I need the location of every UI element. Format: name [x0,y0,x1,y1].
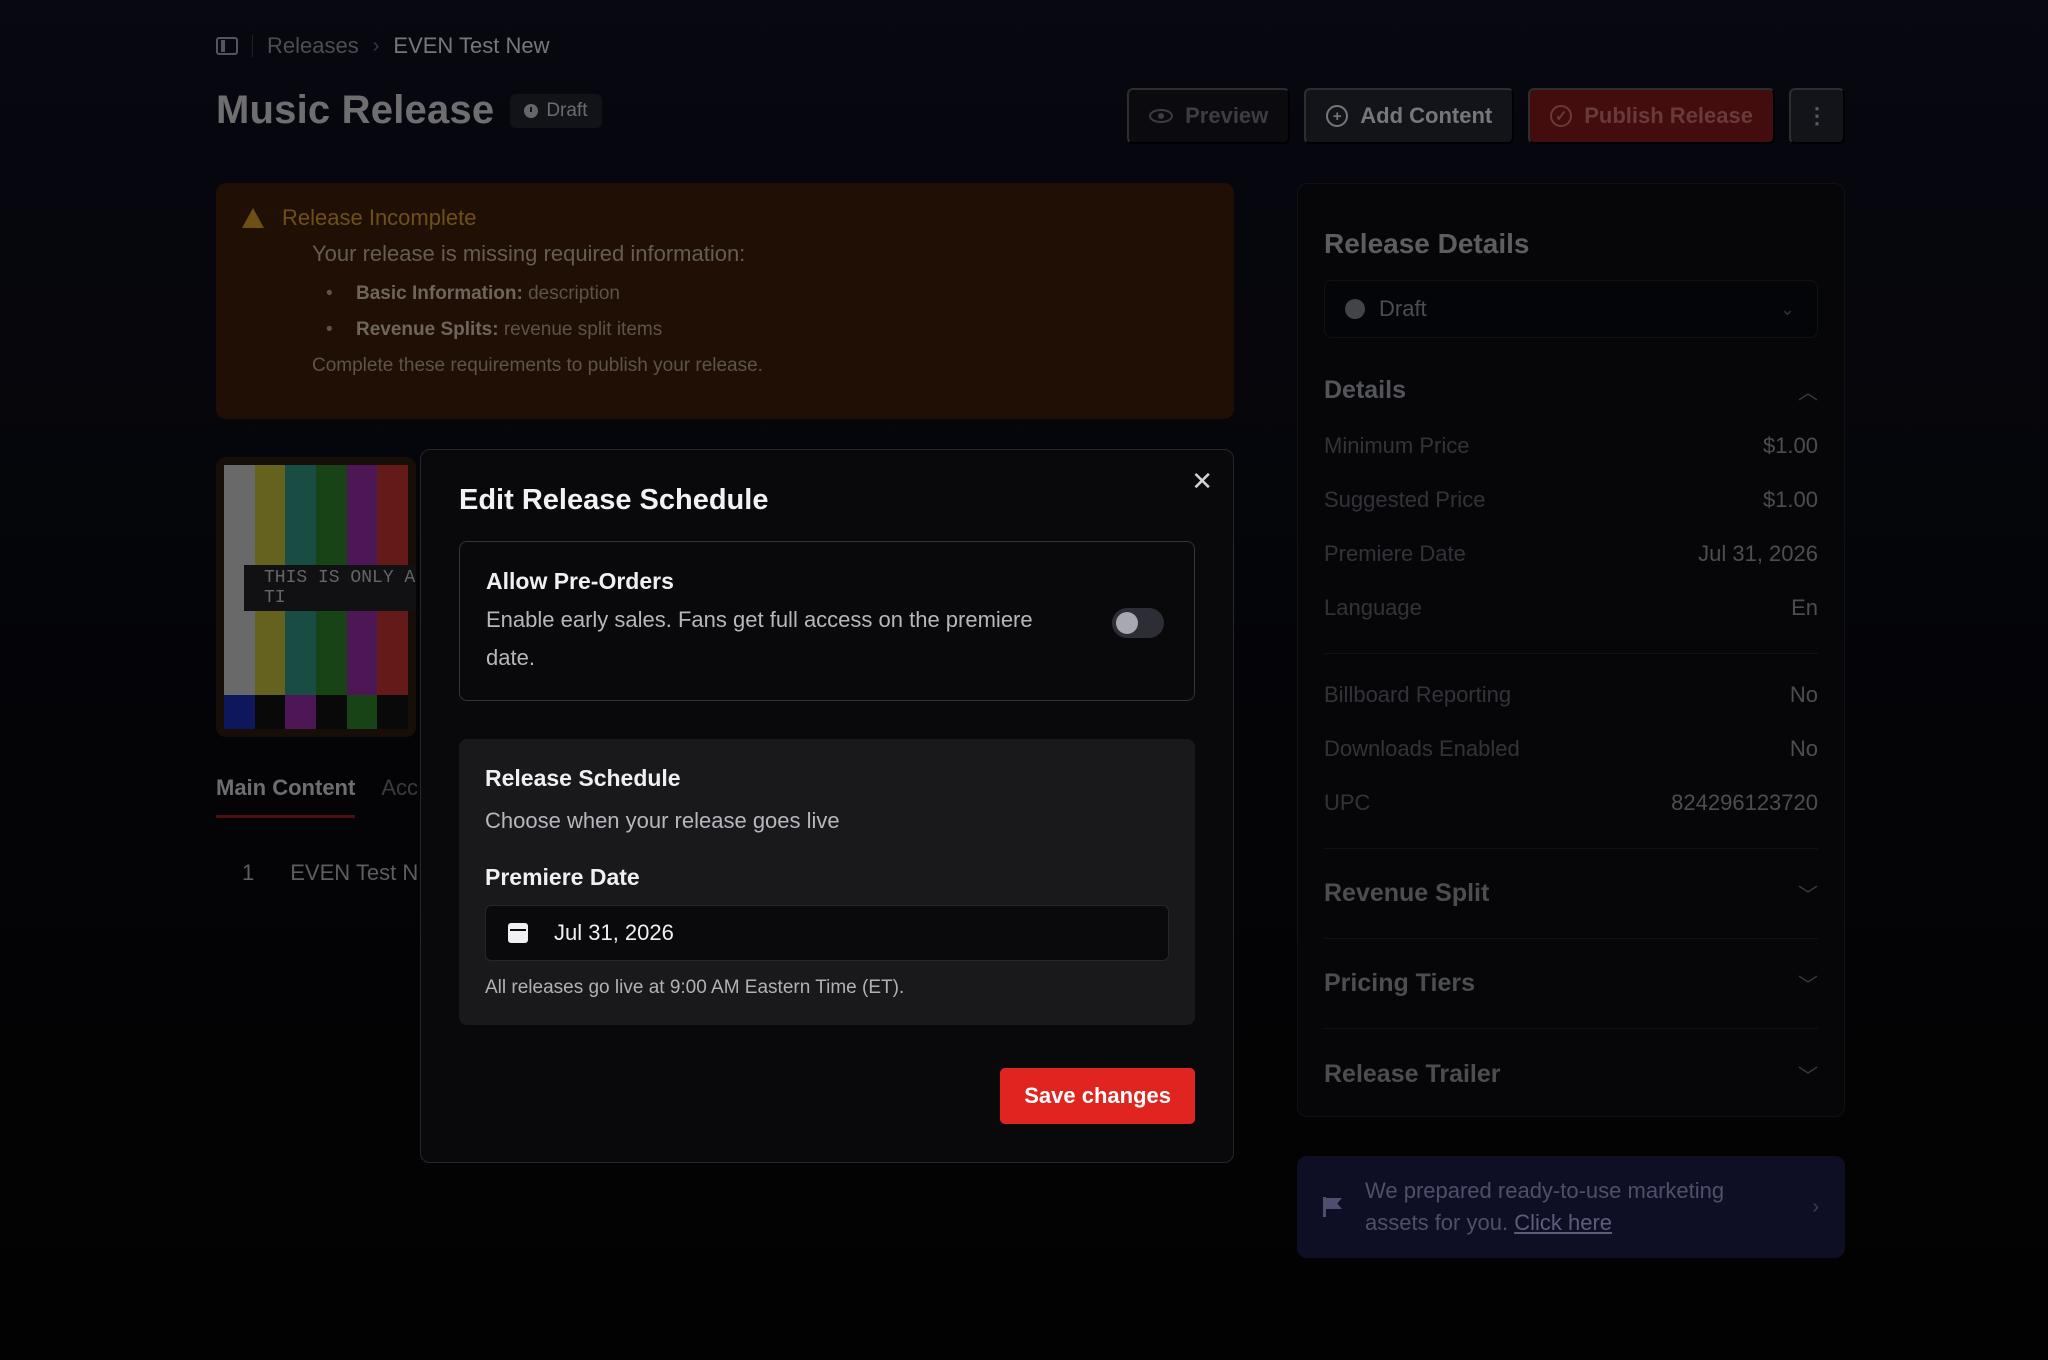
calendar-icon [508,923,528,943]
page-title: Music Release [216,88,495,132]
status-select[interactable]: Draft ⌄ [1324,280,1818,338]
breadcrumb-current: EVEN Test New [393,33,550,58]
megaphone-icon [1323,1197,1345,1217]
more-options-button[interactable]: ⋮ [1789,88,1845,144]
revenue-split-accordion[interactable]: Revenue Split ﹀ [1324,849,1818,939]
breadcrumb-releases-link[interactable]: Releases [267,33,359,59]
marketing-link[interactable]: Click here [1514,1210,1612,1235]
details-heading: Details [1324,376,1406,404]
publish-release-label: Publish Release [1584,103,1753,128]
premiere-date-picker[interactable]: Jul 31, 2026 [485,905,1169,961]
list-item: Basic Information: description [312,283,1208,305]
premiere-date-value: Jul 31, 2026 [554,920,674,945]
check-circle-icon: ✓ [1550,105,1573,127]
chevron-up-icon: ︿ [1798,382,1818,404]
close-icon[interactable]: ✕ [1191,468,1213,494]
chevron-down-icon: ⌄ [1779,299,1795,319]
release-incomplete-alert: Release Incomplete Your release is missi… [216,183,1234,419]
details-section-header[interactable]: Details ︿ [1324,376,1818,405]
plus-circle-icon: + [1326,105,1349,127]
release-artwork: THIS IS ONLY A TI [216,457,416,737]
release-trailer-accordion[interactable]: Release Trailer ﹀ [1324,1029,1818,1119]
publish-release-button[interactable]: ✓ Publish Release [1528,88,1775,144]
alert-title: Release Incomplete [282,205,477,230]
pricing-tiers-accordion[interactable]: Pricing Tiers ﹀ [1324,939,1818,1029]
schedule-title: Release Schedule [485,765,681,791]
track-index: 1 [242,860,255,885]
preorders-card: Allow Pre-Orders Enable early sales. Fan… [459,541,1195,701]
chevron-down-icon: ﹀ [1798,1065,1818,1088]
more-vertical-icon: ⋮ [1806,103,1828,128]
premiere-date-label: Premiere Date [485,864,640,890]
release-schedule-card: Release Schedule Choose when your releas… [459,739,1195,1025]
marketing-text: We prepared ready-to-use marketing asset… [1365,1178,1725,1235]
detail-row-billboard: Billboard Reporting No [1324,682,1818,707]
preview-button[interactable]: Preview [1127,88,1291,144]
add-content-button[interactable]: + Add Content [1304,88,1515,144]
status-select-value: Draft [1379,296,1427,321]
detail-row-downloads: Downloads Enabled No [1324,736,1818,761]
preorders-title: Allow Pre-Orders [486,568,674,594]
detail-row-suggested-price: Suggested Price $1.00 [1324,487,1818,512]
marketing-assets-banner[interactable]: We prepared ready-to-use marketing asset… [1297,1156,1845,1258]
divider [1324,653,1818,654]
list-item: Revenue Splits: revenue split items [312,319,1208,341]
schedule-note: All releases go live at 9:00 AM Eastern … [485,977,905,998]
chevron-right-icon: › [372,34,380,57]
detail-row-premiere-date: Premiere Date Jul 31, 2026 [1324,541,1818,566]
warning-icon [242,208,264,228]
release-details-title: Release Details [1324,228,1530,259]
breadcrumb-divider [252,35,253,57]
detail-row-language: Language En [1324,595,1818,620]
title-row: Music Release Draft [216,88,602,133]
header-actions: Preview + Add Content ✓ Publish Release … [1127,88,1845,144]
accordion-title: Release Trailer [1324,1059,1501,1088]
list-item[interactable]: 1 EVEN Test N [242,860,418,886]
content-tabs: Main Content Acc [216,775,418,818]
eye-icon [1149,109,1174,123]
alert-subtitle: Your release is missing required informa… [312,241,746,266]
tab-main-content[interactable]: Main Content [216,775,356,818]
accordion-title: Revenue Split [1324,879,1490,907]
dialog-title: Edit Release Schedule [459,484,769,516]
schedule-subtitle: Choose when your release goes live [485,808,840,833]
save-changes-button[interactable]: Save changes [1000,1068,1195,1124]
preorders-description: Enable early sales. Fans get full access… [486,607,1033,670]
add-content-label: Add Content [1360,103,1493,128]
clock-icon [524,103,539,118]
status-badge: Draft [510,93,602,128]
detail-row-upc: UPC 824296123720 [1324,790,1818,815]
missing-items-list: Basic Information: description Revenue S… [312,283,1208,341]
detail-row-minimum-price: Minimum Price $1.00 [1324,433,1818,458]
status-badge-label: Draft [546,99,588,121]
sidebar-toggle-icon[interactable] [216,37,238,55]
artwork-overlay-text: THIS IS ONLY A TI [244,565,416,611]
alert-footer: Complete these requirements to publish y… [312,355,763,376]
track-title: EVEN Test N [290,860,419,885]
chevron-right-icon: › [1812,1195,1819,1218]
chevron-down-icon: ﹀ [1798,885,1818,907]
accordion-title: Pricing Tiers [1324,969,1475,997]
preview-button-label: Preview [1185,103,1269,128]
clock-icon [1345,299,1365,319]
tab-accessories[interactable]: Acc [381,775,418,818]
chevron-down-icon: ﹀ [1798,975,1818,997]
release-details-panel: Release Details Draft ⌄ Details ︿ Minimu… [1297,183,1845,1117]
preorders-toggle[interactable] [1112,608,1164,638]
breadcrumb: Releases › EVEN Test New [216,30,550,62]
edit-release-schedule-dialog: ✕ Edit Release Schedule Allow Pre-Orders… [420,449,1234,1163]
